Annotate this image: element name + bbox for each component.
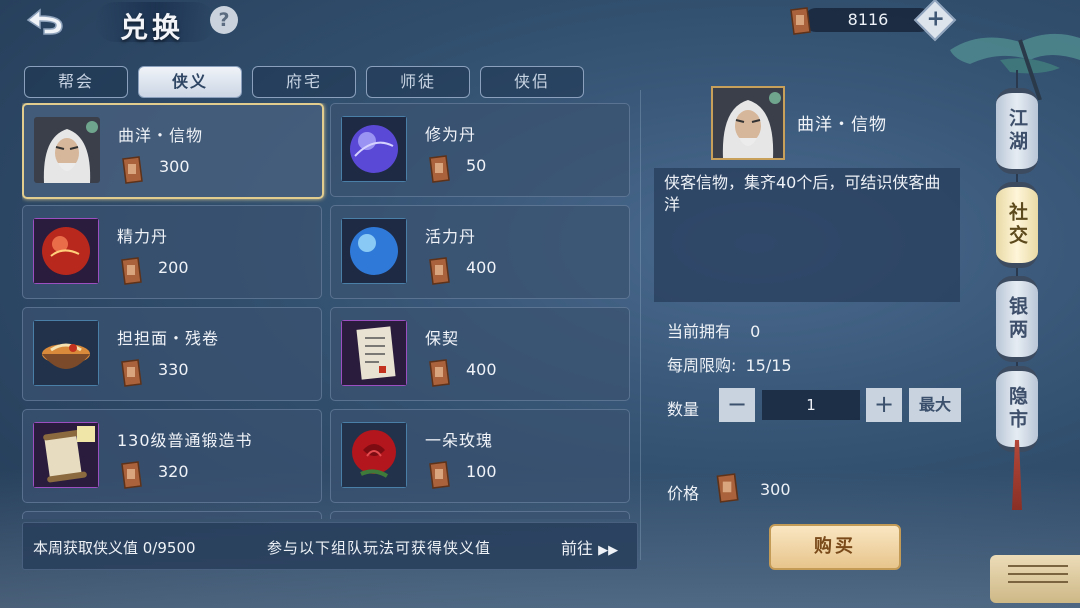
token-icon	[429, 257, 450, 285]
token-icon	[790, 7, 811, 35]
quantity-input[interactable]: 1	[762, 390, 860, 420]
menu-scroll-button[interactable]	[990, 555, 1080, 603]
goto-label: 前往	[561, 539, 594, 558]
item-card[interactable]: 130级普通锻造书 320	[22, 409, 322, 503]
weekly-limit-row: 每周限购: 15/15	[667, 352, 792, 376]
item-price: 330	[158, 360, 189, 379]
price-label: 价格	[667, 484, 700, 503]
quantity-decrease-button[interactable]: −	[719, 388, 755, 422]
owned-value: 0	[750, 322, 761, 341]
item-name: 担担面・残卷	[117, 329, 220, 348]
side-nav-yinliang[interactable]: 银两	[996, 276, 1038, 362]
token-icon	[429, 359, 450, 387]
item-card[interactable]	[330, 511, 630, 519]
scroll-book-icon	[33, 422, 99, 488]
item-price: 300	[159, 157, 190, 176]
quantity-label: 数量	[667, 400, 700, 419]
item-name: 曲洋・信物	[118, 126, 204, 145]
detail-item-name: 曲洋・信物	[797, 115, 887, 135]
team-play-hint: 参与以下组队玩法可获得侠义值	[267, 539, 492, 557]
item-grid: 曲洋・信物 300 修为丹 50 精力丹 200 活力丹 400 担担面・残卷 …	[22, 103, 630, 519]
side-nav-shejiao[interactable]: 社交	[996, 182, 1038, 268]
detail-description-box: 侠客信物，集齐40个后，可结识侠客曲洋	[654, 168, 960, 302]
token-icon	[121, 257, 142, 285]
red-orb-icon	[33, 218, 99, 284]
price-value: 300	[760, 480, 791, 499]
blue-orb-icon	[341, 218, 407, 284]
token-icon	[429, 461, 450, 489]
weekly-limit-value: 15/15	[745, 356, 792, 375]
token-icon	[716, 473, 739, 503]
item-card[interactable]: 精力丹 200	[22, 205, 322, 299]
tab-xialv[interactable]: 侠侣	[480, 66, 584, 98]
item-price: 320	[158, 462, 189, 481]
quantity-increase-button[interactable]: +	[866, 388, 902, 422]
item-name: 一朵玫瑰	[425, 431, 494, 450]
token-icon	[121, 461, 142, 489]
item-price: 100	[466, 462, 497, 481]
currency-display: 8116 +	[790, 0, 957, 42]
token-icon	[122, 156, 143, 184]
tab-shitu[interactable]: 师徒	[366, 66, 470, 98]
weekly-progress-bar: 本周获取侠义值 0/9500 参与以下组队玩法可获得侠义值 前往 ▶▶	[22, 522, 638, 570]
page-title: 兑换	[120, 11, 185, 44]
item-price: 400	[466, 258, 497, 277]
tab-fuzhai[interactable]: 府宅	[252, 66, 356, 98]
buy-button[interactable]: 购买	[769, 524, 901, 570]
item-card[interactable]: 活力丹 400	[330, 205, 630, 299]
tab-banghui[interactable]: 帮会	[24, 66, 128, 98]
token-icon	[121, 359, 142, 387]
purple-orb-icon	[341, 116, 407, 182]
item-name: 精力丹	[117, 227, 169, 246]
item-name: 130级普通锻造书	[117, 431, 253, 450]
token-icon	[429, 155, 450, 183]
owned-row: 当前拥有 0	[667, 318, 760, 342]
item-card[interactable]: 曲洋・信物 300	[22, 103, 324, 199]
item-price: 400	[466, 360, 497, 379]
goto-button[interactable]: 前往 ▶▶	[561, 535, 618, 559]
detail-description: 侠客信物，集齐40个后，可结识侠客曲洋	[664, 173, 941, 214]
help-icon[interactable]: ?	[210, 6, 238, 34]
category-tabs: 帮会 侠义 府宅 师徒 侠侣	[24, 66, 584, 98]
item-name: 活力丹	[425, 227, 477, 246]
owned-label: 当前拥有	[667, 322, 732, 341]
detail-portrait-icon	[711, 86, 785, 160]
item-name: 修为丹	[425, 125, 477, 144]
item-price: 200	[158, 258, 189, 277]
item-card[interactable]: 一朵玫瑰 100	[330, 409, 630, 503]
noodle-bowl-icon	[33, 320, 99, 386]
double-chevron-right-icon: ▶▶	[598, 543, 619, 558]
paper-contract-icon	[341, 320, 407, 386]
item-card[interactable]: 修为丹 50	[330, 103, 630, 197]
tab-xiayi[interactable]: 侠义	[138, 66, 242, 98]
item-card[interactable]: 保契 400	[330, 307, 630, 401]
side-nav-yinshi[interactable]: 隐市	[996, 366, 1038, 452]
panel-divider	[640, 90, 641, 560]
weekly-limit-label: 每周限购:	[667, 356, 737, 375]
item-price: 50	[466, 156, 487, 175]
portrait-icon	[34, 117, 100, 183]
quantity-max-button[interactable]: 最大	[909, 388, 961, 422]
back-arrow-icon[interactable]	[22, 6, 70, 36]
side-nav-jianghu[interactable]: 江湖	[996, 88, 1038, 174]
weekly-xiayi-progress: 本周获取侠义值 0/9500	[33, 539, 196, 557]
item-card[interactable]	[22, 511, 322, 519]
rose-icon	[341, 422, 407, 488]
item-name: 保契	[425, 329, 460, 348]
item-card[interactable]: 担担面・残卷 330	[22, 307, 322, 401]
